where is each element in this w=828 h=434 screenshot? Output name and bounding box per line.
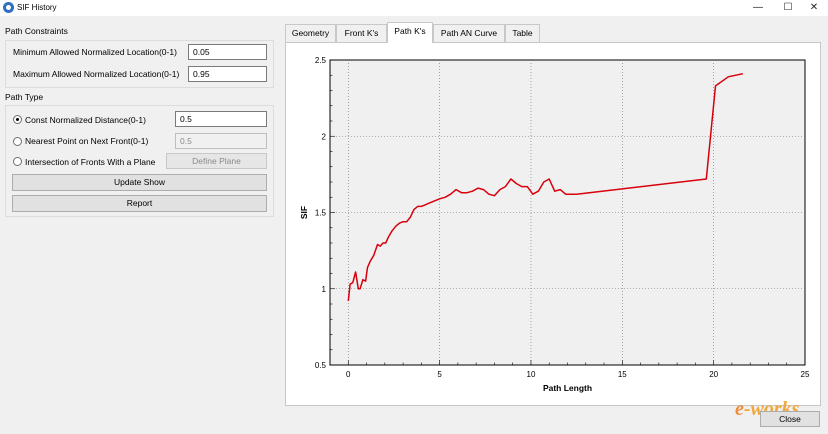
tab-path-an-curve[interactable]: Path AN Curve xyxy=(433,24,505,42)
const-distance-input[interactable] xyxy=(175,111,267,127)
const-distance-radio[interactable] xyxy=(13,115,22,124)
path-type-group: Const Normalized Distance(0-1) Nearest P… xyxy=(5,105,274,217)
x-tick-label: 10 xyxy=(527,370,536,379)
x-tick-label: 0 xyxy=(346,370,351,379)
title-bar: SIF History — ☐ ✕ xyxy=(0,0,828,16)
tab-table[interactable]: Table xyxy=(505,24,540,42)
maximize-icon[interactable]: ☐ xyxy=(774,0,802,16)
minimize-icon[interactable]: — xyxy=(744,0,772,16)
update-show-button[interactable]: Update Show xyxy=(12,174,267,191)
watermark-e: e xyxy=(735,398,744,420)
x-tick-label: 5 xyxy=(437,370,442,379)
app-icon xyxy=(3,2,14,13)
x-axis-label: Path Length xyxy=(543,383,592,393)
y-tick-label: 2 xyxy=(322,132,327,141)
path-type-title: Path Type xyxy=(5,92,44,102)
const-distance-label: Const Normalized Distance(0-1) xyxy=(25,115,146,125)
x-tick-label: 25 xyxy=(801,370,810,379)
close-window-icon[interactable]: ✕ xyxy=(800,0,828,16)
x-tick-label: 15 xyxy=(618,370,627,379)
y-tick-label: 1 xyxy=(322,285,327,294)
path-constraints-title: Path Constraints xyxy=(5,26,68,36)
nearest-point-radio[interactable] xyxy=(13,137,22,146)
report-button[interactable]: Report xyxy=(12,195,267,212)
intersection-plane-radio[interactable] xyxy=(13,157,22,166)
y-tick-label: 2.5 xyxy=(315,56,327,65)
intersection-plane-label: Intersection of Fronts With a Plane xyxy=(25,157,156,167)
tab-geometry[interactable]: Geometry xyxy=(285,24,336,42)
y-tick-label: 1.5 xyxy=(315,209,327,218)
nearest-point-label: Nearest Point on Next Front(0-1) xyxy=(25,136,149,146)
min-location-label: Minimum Allowed Normalized Location(0-1) xyxy=(13,47,177,57)
define-plane-button: Define Plane xyxy=(166,153,267,169)
max-location-label: Maximum Allowed Normalized Location(0-1) xyxy=(13,69,180,79)
close-button[interactable]: Close xyxy=(760,411,820,427)
x-tick-label: 20 xyxy=(709,370,718,379)
tab-front-ks[interactable]: Front K's xyxy=(336,24,387,42)
window-title: SIF History xyxy=(17,3,57,12)
nearest-point-input xyxy=(175,133,267,149)
tab-path-ks[interactable]: Path K's xyxy=(387,22,433,43)
sif-chart: 0 5 10 15 20 25 0.5 1 1.5 2 2.5 Path Length SIF xyxy=(299,56,810,393)
y-tick-label: 0.5 xyxy=(315,361,327,370)
min-location-input[interactable] xyxy=(188,44,267,60)
y-axis-label: SIF xyxy=(299,206,309,219)
max-location-input[interactable] xyxy=(188,66,267,82)
path-constraints-group: Minimum Allowed Normalized Location(0-1)… xyxy=(5,40,274,88)
